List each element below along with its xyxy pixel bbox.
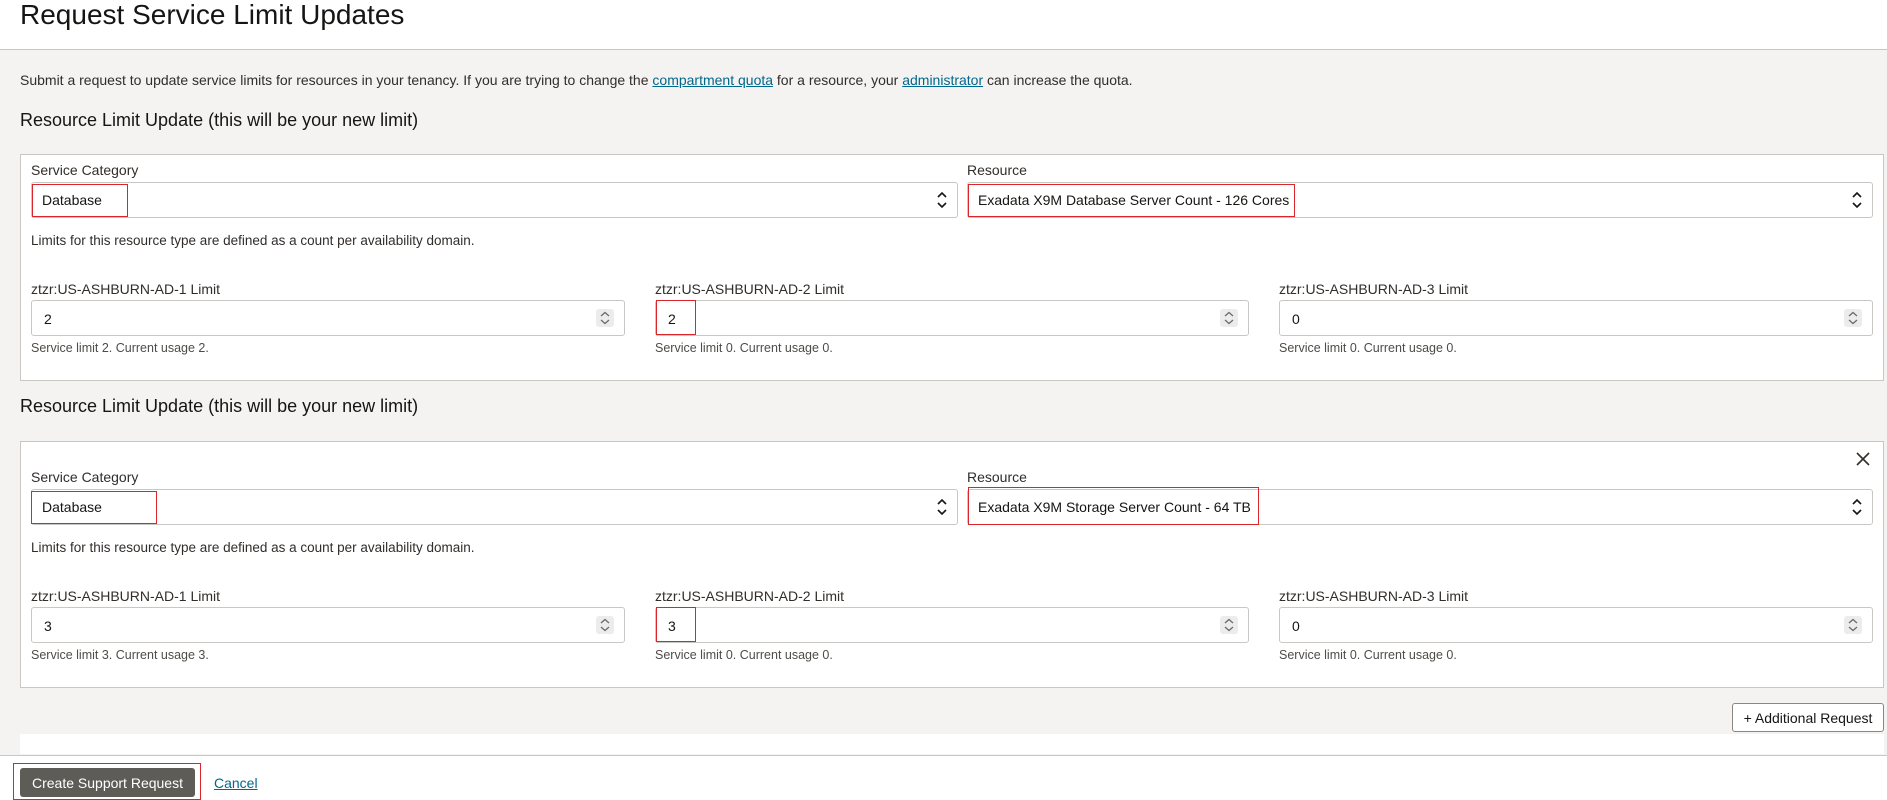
ad2-limit-label: ztzr:US-ASHBURN-AD-2 Limit — [655, 588, 845, 604]
chevron-updown-icon — [1852, 498, 1862, 516]
administrator-link[interactable]: administrator — [902, 72, 983, 88]
intro-text-before: Submit a request to update service limit… — [20, 72, 653, 88]
resource-label: Resource — [967, 162, 1027, 178]
intro-text: Submit a request to update service limit… — [20, 72, 1133, 88]
ad3-limit-input[interactable]: 0 — [1279, 607, 1873, 643]
request-1-heading: Resource Limit Update (this will be your… — [20, 110, 419, 130]
ad1-limit-value: 3 — [44, 618, 52, 634]
ad1-limit-help: Service limit 2. Current usage 2. — [31, 341, 209, 355]
spinner-icon[interactable] — [1844, 309, 1862, 327]
ad2-limit-value: 3 — [668, 618, 676, 634]
ad1-limit-label: ztzr:US-ASHBURN-AD-1 Limit — [31, 281, 221, 297]
ad3-limit-input[interactable]: 0 — [1279, 300, 1873, 336]
ad2-limit-value: 2 — [668, 311, 676, 327]
resource-select[interactable]: Exadata X9M Storage Server Count - 64 TB — [967, 489, 1873, 525]
ad1-limit-label: ztzr:US-ASHBURN-AD-1 Limit — [31, 588, 221, 604]
resource-value: Exadata X9M Storage Server Count - 64 TB — [978, 499, 1251, 515]
intro-text-middle: for a resource, your — [773, 72, 903, 88]
ad2-limit-input[interactable]: 2 — [655, 300, 1249, 336]
ad1-limit-input[interactable]: 2 — [31, 300, 625, 336]
request-1-card: Service Category Database Resource Exada… — [20, 154, 1884, 381]
ad3-limit-label: ztzr:US-ASHBURN-AD-3 Limit — [1279, 588, 1469, 604]
ad2-limit-help: Service limit 0. Current usage 0. — [655, 648, 833, 662]
compartment-quota-link[interactable]: compartment quota — [652, 72, 773, 88]
service-category-label: Service Category — [31, 162, 139, 178]
chevron-updown-icon — [1852, 191, 1862, 209]
ad2-limit-help: Service limit 0. Current usage 0. — [655, 341, 833, 355]
resource-label: Resource — [967, 469, 1027, 485]
chevron-updown-icon — [937, 498, 947, 516]
spinner-icon[interactable] — [1220, 309, 1238, 327]
service-category-value: Database — [42, 499, 102, 515]
service-category-label: Service Category — [31, 469, 139, 485]
page-header: Request Service Limit Updates — [0, 0, 1887, 50]
scope-note: Limits for this resource type are define… — [31, 233, 475, 248]
resource-select[interactable]: Exadata X9M Database Server Count - 126 … — [967, 182, 1873, 218]
page-title: Request Service Limit Updates — [20, 0, 405, 30]
service-category-select[interactable]: Database — [31, 489, 958, 525]
scope-note: Limits for this resource type are define… — [31, 540, 475, 555]
footer-bar: Create Support Request Cancel — [0, 755, 1887, 800]
resource-value: Exadata X9M Database Server Count - 126 … — [978, 192, 1290, 208]
chevron-updown-icon — [937, 191, 947, 209]
ad3-limit-help: Service limit 0. Current usage 0. — [1279, 648, 1457, 662]
ad3-limit-help: Service limit 0. Current usage 0. — [1279, 341, 1457, 355]
close-icon[interactable] — [1852, 448, 1874, 470]
request-2-card: Service Category Database Resource Exada… — [20, 441, 1884, 688]
spinner-icon[interactable] — [596, 616, 614, 634]
ad3-limit-value: 0 — [1292, 311, 1300, 327]
ad1-limit-value: 2 — [44, 311, 52, 327]
request-2-heading: Resource Limit Update (this will be your… — [20, 396, 419, 416]
ad2-limit-input[interactable]: 3 — [655, 607, 1249, 643]
spinner-icon[interactable] — [1844, 616, 1862, 634]
spinner-icon[interactable] — [596, 309, 614, 327]
ad1-limit-help: Service limit 3. Current usage 3. — [31, 648, 209, 662]
additional-request-button[interactable]: + Additional Request — [1732, 703, 1884, 732]
create-support-request-button[interactable]: Create Support Request — [20, 768, 195, 797]
cancel-link[interactable]: Cancel — [214, 775, 258, 791]
ad2-limit-label: ztzr:US-ASHBURN-AD-2 Limit — [655, 281, 845, 297]
ad3-limit-label: ztzr:US-ASHBURN-AD-3 Limit — [1279, 281, 1469, 297]
ad1-limit-input[interactable]: 3 — [31, 607, 625, 643]
intro-text-after: can increase the quota. — [983, 72, 1133, 88]
service-category-value: Database — [42, 192, 102, 208]
content-bottom-edge — [20, 734, 1884, 754]
spinner-icon[interactable] — [1220, 616, 1238, 634]
service-category-select[interactable]: Database — [31, 182, 958, 218]
ad3-limit-value: 0 — [1292, 618, 1300, 634]
